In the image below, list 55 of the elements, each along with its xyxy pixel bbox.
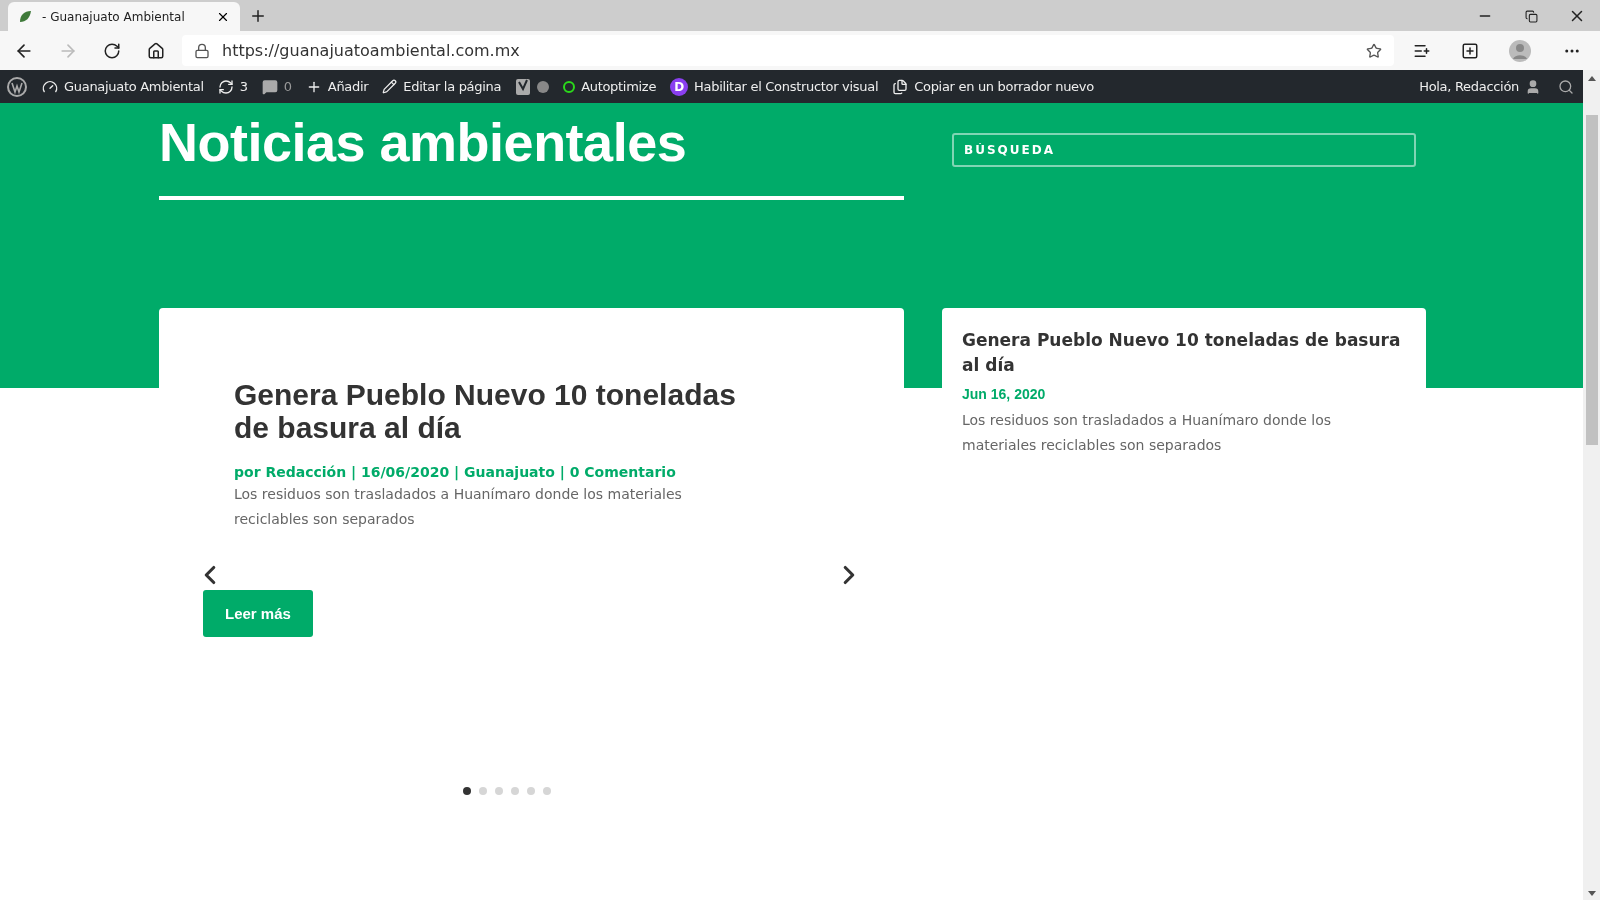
scroll-down-icon[interactable] <box>1587 891 1596 896</box>
scrollbar[interactable] <box>1583 70 1600 900</box>
post-date: Jun 16, 2020 <box>962 386 1047 403</box>
search-field[interactable]: BÚSQUEDA <box>952 133 1416 167</box>
admin-bar-label: Autoptimize <box>581 79 657 94</box>
admin-bar-label: Guanajuato Ambiental <box>64 79 204 94</box>
slider-dot[interactable] <box>510 787 519 796</box>
admin-bar-item[interactable]: 0 <box>261 78 292 95</box>
admin-bar-item[interactable]: Editar la página <box>382 79 502 94</box>
slide-title: Genera Pueblo Nuevo 10 toneladas de basura al día <box>234 378 737 445</box>
slider-dot[interactable] <box>478 787 487 796</box>
leaf-favicon-icon <box>18 9 32 24</box>
comment-icon <box>261 78 278 95</box>
admin-bar-item[interactable]: Guanajuato Ambiental <box>42 78 204 95</box>
admin-bar-label: Habilitar el Constructor visual <box>694 79 879 94</box>
slider-dot[interactable] <box>542 787 551 796</box>
admin-bar-label: Editar la página <box>403 79 502 94</box>
wordpress-logo-icon[interactable] <box>6 75 28 98</box>
slider-dot[interactable] <box>494 787 503 796</box>
admin-bar-item[interactable] <box>515 77 550 96</box>
page-title: Noticias ambientales <box>159 113 688 173</box>
greeting-text: Hola, Redacción <box>1419 79 1519 94</box>
address-bar[interactable]: https://guanajuatoambiental.com.mx <box>182 35 1394 66</box>
documents-icon <box>892 78 909 95</box>
admin-bar-item[interactable]: 3 <box>217 78 248 95</box>
admin-bar-item[interactable]: Autoptimize <box>563 79 657 94</box>
user-icon <box>1525 78 1541 95</box>
scroll-up-icon[interactable] <box>1587 76 1596 81</box>
refresh-icon <box>217 78 234 95</box>
url-text: https://guanajuatoambiental.com.mx <box>222 41 521 60</box>
admin-bar-label: 0 <box>283 79 292 94</box>
divi-badge: D <box>670 77 689 96</box>
slide-excerpt: Los residuos son trasladados a Huanímaro donde los materiales reciclables son separados <box>234 485 683 530</box>
scrollbar-thumb[interactable] <box>1585 115 1598 445</box>
admin-bar-label: Añadir <box>327 79 369 94</box>
admin-bar-item[interactable]: Hola, Redacción <box>1419 78 1541 95</box>
admin-bar-item[interactable]: Añadir <box>305 78 369 95</box>
admin-bar-label: 3 <box>239 79 248 94</box>
post-excerpt: Los residuos son trasladados a Huanímaro donde los materiales reciclables son separados <box>962 411 1333 456</box>
admin-bar-item[interactable]: Copiar en un borrador nuevo <box>892 78 1094 95</box>
browser-tab[interactable]: - Guanajuato Ambiental <box>8 2 240 31</box>
post-meta: por Redacción | 16/06/2020 | Guanajuato | 0 Comentario <box>234 464 677 481</box>
yoast-icon <box>515 77 532 96</box>
admin-bar-item[interactable]: D Habilitar el Constructor visual <box>670 77 879 96</box>
pencil-icon <box>382 79 398 94</box>
slider-dot[interactable] <box>462 787 471 796</box>
status-dot-icon <box>537 80 550 93</box>
admin-bar-label: Copiar en un borrador nuevo <box>914 79 1094 94</box>
dashboard-icon <box>42 78 58 95</box>
post-title[interactable]: Genera Pueblo Nuevo 10 toneladas de basura al día <box>962 328 1406 379</box>
tab-title: - Guanajuato Ambiental <box>42 9 186 24</box>
lock-icon <box>194 42 210 59</box>
status-ring-icon <box>563 80 576 93</box>
star-icon[interactable] <box>1366 42 1382 59</box>
slider-dot[interactable] <box>526 787 535 796</box>
